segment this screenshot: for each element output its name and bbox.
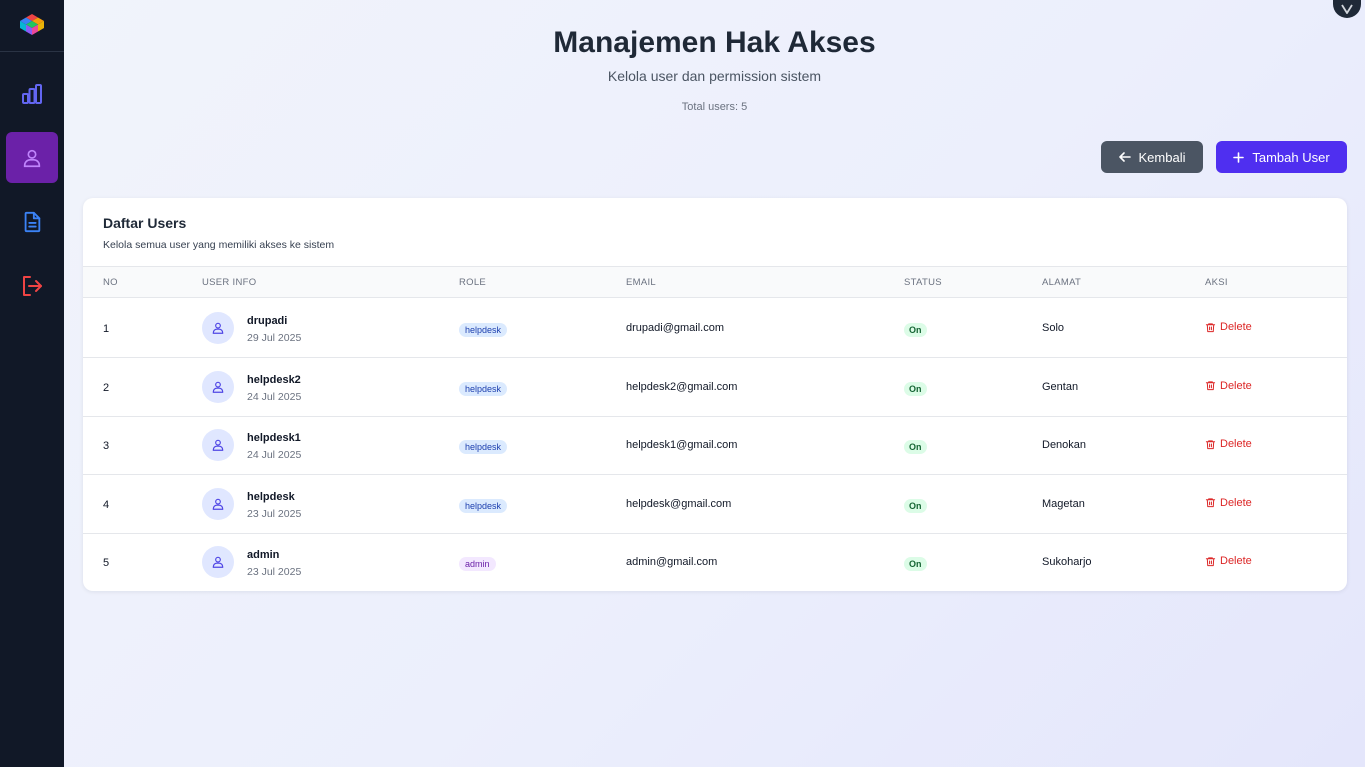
nav-users[interactable] xyxy=(6,132,58,183)
avatar xyxy=(202,370,234,403)
trash-icon xyxy=(1205,322,1216,332)
bar-chart-icon xyxy=(22,83,42,104)
avatar xyxy=(202,546,234,579)
table-row: 1 drupadi 29 Jul 2025 helpdesk drupadi@gmail… xyxy=(83,299,1347,358)
user-icon xyxy=(212,557,224,569)
delete-label: Delete xyxy=(1220,321,1252,333)
role-badge: helpdesk xyxy=(459,440,508,455)
table-row: 2 helpdesk2 24 Jul 2025 helpdesk helpdesk2@g… xyxy=(83,358,1347,417)
user-email: helpdesk@gmail.com xyxy=(626,497,732,510)
delete-label: Delete xyxy=(1220,379,1252,392)
table-row: 3 helpdesk1 24 Jul 2025 helpdesk helpdesk1@g… xyxy=(83,416,1347,476)
chevron-down-icon xyxy=(1341,4,1353,14)
arrow-left-icon xyxy=(1118,152,1131,162)
add-user-button[interactable]: Tambah User xyxy=(1216,141,1347,173)
delete-button[interactable]: Delete xyxy=(1205,438,1252,450)
user-created-date: 24 Jul 2025 xyxy=(247,390,302,403)
status-badge: On xyxy=(904,323,927,337)
delete-label: Delete xyxy=(1220,496,1252,509)
table-header: NO USER INFO ROLE EMAIL STATUS ALAMAT AK… xyxy=(83,266,1347,298)
table-row: 4 helpdesk 23 Jul 2025 helpdesk helpdesk@gma… xyxy=(83,475,1347,534)
document-icon xyxy=(24,211,41,232)
user-created-date: 23 Jul 2025 xyxy=(247,507,302,520)
row-number: 4 xyxy=(103,498,110,511)
col-header-user-info: USER INFO xyxy=(202,277,257,288)
user-address: Denokan xyxy=(1042,439,1087,452)
logo-icon xyxy=(20,13,44,35)
delete-button[interactable]: Delete xyxy=(1205,380,1252,392)
row-number: 3 xyxy=(103,440,110,453)
role-badge: helpdesk xyxy=(459,498,508,513)
role-badge: helpdesk xyxy=(459,323,508,337)
table-row: 5 admin 23 Jul 2025 admin admin@gmail.com On S… xyxy=(83,533,1347,591)
user-name: admin xyxy=(247,549,280,562)
user-address: Gentan xyxy=(1042,380,1079,393)
users-card: Daftar Users Kelola semua user yang memi… xyxy=(83,198,1347,591)
user-name: drupadi xyxy=(247,315,288,327)
user-icon xyxy=(212,498,224,510)
user-name: helpdesk xyxy=(247,490,295,503)
avatar xyxy=(202,312,234,344)
user-icon xyxy=(23,149,41,167)
status-badge: On xyxy=(904,440,927,455)
user-address: Magetan xyxy=(1042,497,1085,510)
user-address: Sukoharjo xyxy=(1042,556,1092,569)
avatar xyxy=(202,429,234,462)
trash-icon xyxy=(1205,557,1216,567)
add-user-button-label: Tambah User xyxy=(1252,149,1330,165)
nav-dashboard[interactable] xyxy=(6,68,58,119)
trash-icon xyxy=(1205,381,1216,391)
row-number: 5 xyxy=(103,557,110,570)
user-name: helpdesk1 xyxy=(247,432,301,445)
role-badge: helpdesk xyxy=(459,381,508,396)
user-created-date: 24 Jul 2025 xyxy=(247,449,302,462)
row-number: 1 xyxy=(103,323,110,335)
nav-logout[interactable] xyxy=(6,260,58,311)
row-number: 2 xyxy=(103,381,110,394)
col-header-role: ROLE xyxy=(459,277,487,288)
user-name: helpdesk2 xyxy=(247,373,301,386)
avatar xyxy=(202,487,234,520)
col-header-email: EMAIL xyxy=(626,277,657,288)
back-button[interactable]: Kembali xyxy=(1101,141,1203,173)
user-icon xyxy=(212,381,224,393)
user-created-date: 29 Jul 2025 xyxy=(247,332,302,344)
page-subtitle: Kelola user dan permission sistem xyxy=(607,68,822,84)
status-badge: On xyxy=(904,381,927,396)
delete-button[interactable]: Delete xyxy=(1205,321,1252,333)
logout-icon xyxy=(23,275,42,296)
col-header-no: NO xyxy=(103,277,118,288)
sidebar xyxy=(0,0,64,767)
role-badge: admin xyxy=(459,557,496,572)
delete-label: Delete xyxy=(1220,438,1252,451)
trash-icon xyxy=(1205,440,1216,449)
card-title: Daftar Users xyxy=(103,215,187,231)
delete-button[interactable]: Delete xyxy=(1205,555,1252,567)
user-email: admin@gmail.com xyxy=(626,556,718,569)
user-email: helpdesk2@gmail.com xyxy=(626,380,738,393)
user-email: helpdesk1@gmail.com xyxy=(626,439,738,452)
back-button-label: Kembali xyxy=(1138,149,1186,165)
col-header-status: STATUS xyxy=(904,277,942,288)
delete-label: Delete xyxy=(1220,555,1252,568)
trash-icon xyxy=(1205,498,1216,508)
dev-tools-toggle[interactable] xyxy=(1333,0,1361,18)
status-badge: On xyxy=(904,557,927,572)
plus-icon xyxy=(1233,151,1245,163)
status-badge: On xyxy=(904,498,927,513)
user-email: drupadi@gmail.com xyxy=(626,322,724,334)
user-icon xyxy=(212,322,224,334)
card-subtitle: Kelola semua user yang memiliki akses ke… xyxy=(103,239,335,251)
col-header-alamat: ALAMAT xyxy=(1042,277,1082,288)
nav-documents[interactable] xyxy=(6,196,58,247)
total-users: Total users: 5 xyxy=(681,101,748,113)
user-created-date: 23 Jul 2025 xyxy=(247,566,302,579)
col-header-aksi: AKSI xyxy=(1205,277,1228,288)
user-address: Solo xyxy=(1042,322,1065,334)
delete-button[interactable]: Delete xyxy=(1205,497,1252,509)
page-title: Manajemen Hak Akses xyxy=(553,26,876,59)
user-icon xyxy=(212,439,224,452)
logo xyxy=(0,0,64,52)
